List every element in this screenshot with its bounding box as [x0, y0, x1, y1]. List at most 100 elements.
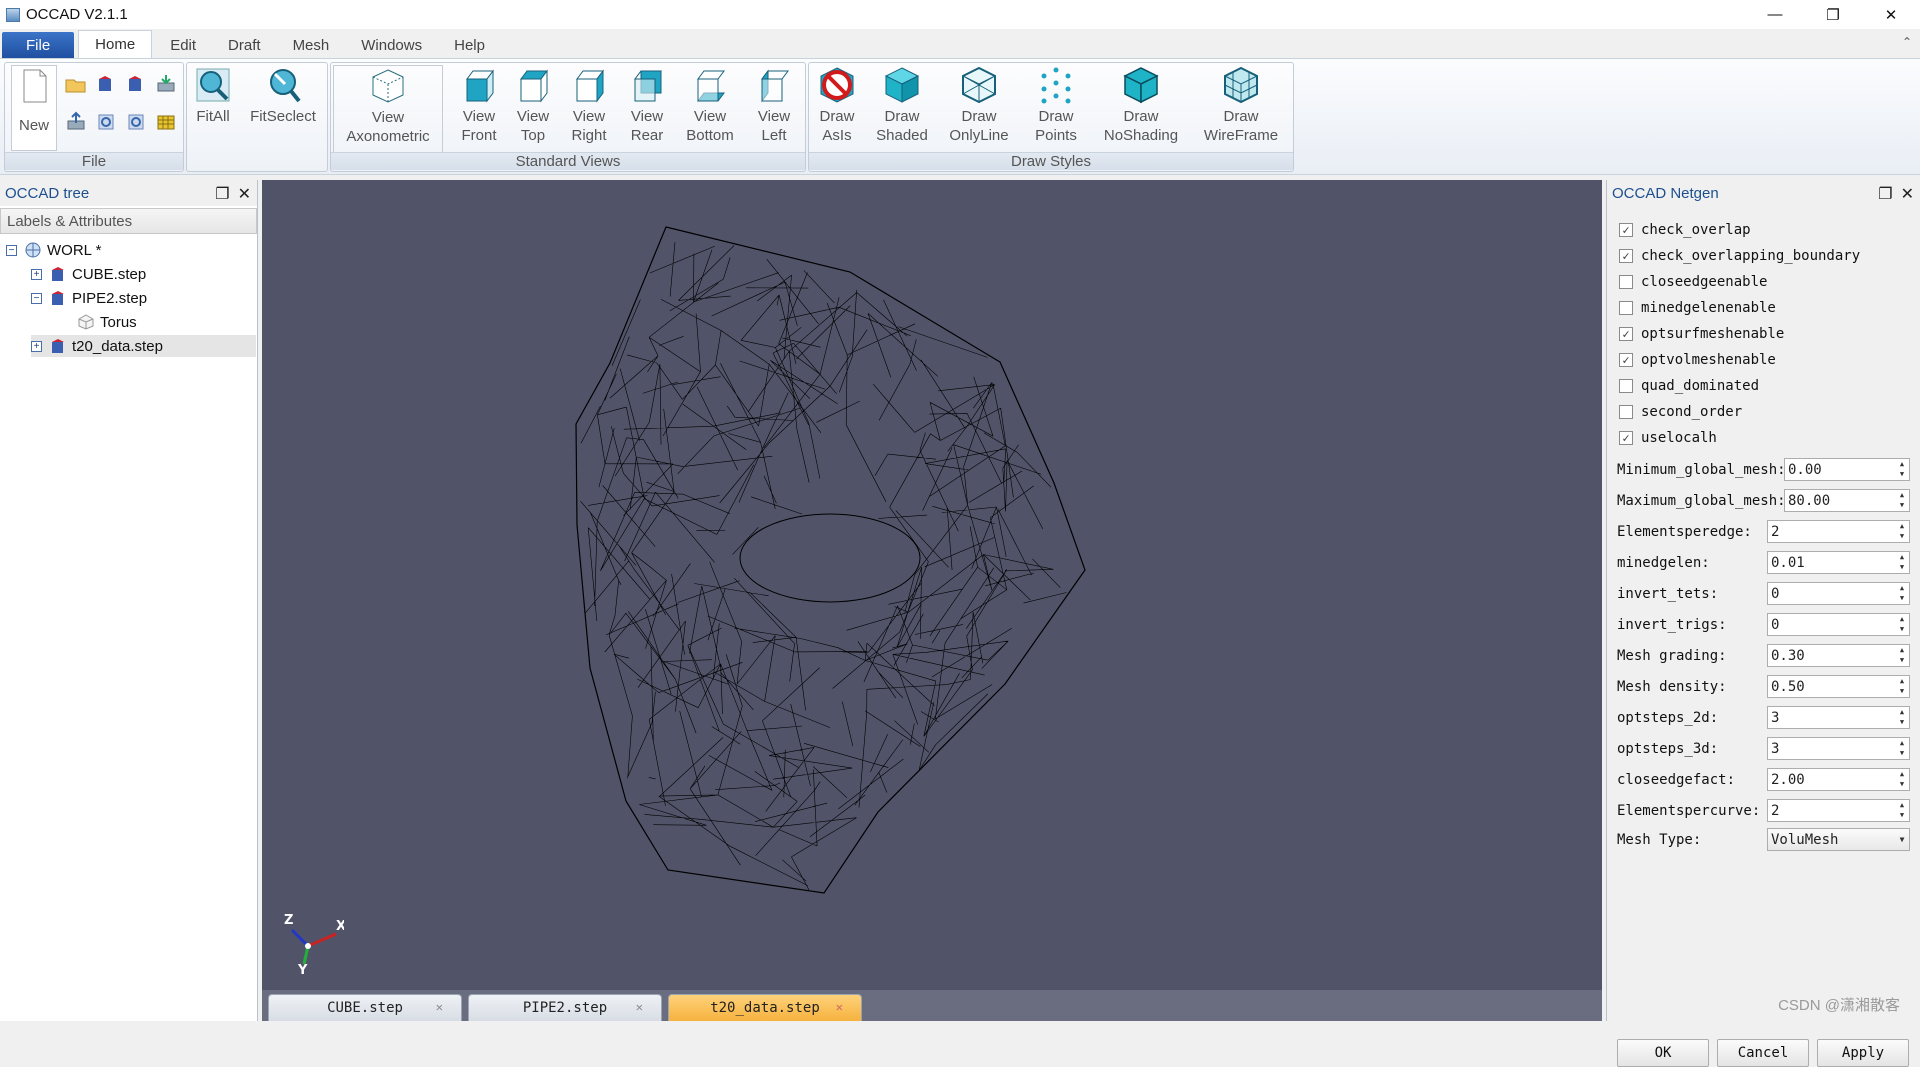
param-spinbox[interactable]: 0.01 ▲ ▼ [1767, 551, 1910, 574]
checkbox-box[interactable] [1619, 379, 1633, 393]
view-front-button[interactable]: View Front [455, 65, 503, 153]
param-spinbox[interactable]: 0 ▲ ▼ [1767, 613, 1910, 636]
param-spinbox[interactable]: 0 ▲ ▼ [1767, 582, 1910, 605]
import-button[interactable] [93, 71, 119, 97]
tab-cube-step[interactable]: CUBE.step ✕ [268, 994, 462, 1021]
checkbox-box[interactable] [1619, 405, 1633, 419]
spin-arrows-icon[interactable]: ▲ ▼ [1895, 552, 1909, 573]
draw-points-button[interactable]: Draw Points [1025, 65, 1087, 153]
checkbox-check-overlap[interactable]: ✓ check_overlap [1619, 220, 1751, 240]
param-spinbox[interactable]: 2 ▲ ▼ [1767, 799, 1910, 822]
draw-wireframe-button[interactable]: Draw WireFrame [1193, 65, 1289, 153]
checkbox-minedgelenenable[interactable]: minedgelenenable [1619, 298, 1776, 318]
checkbox-box[interactable]: ✓ [1619, 249, 1633, 263]
draw-noshading-button[interactable]: Draw NoShading [1097, 65, 1185, 153]
param-spinbox[interactable]: 2 ▲ ▼ [1767, 520, 1910, 543]
close-button[interactable]: ✕ [1862, 0, 1920, 29]
draw-shaded-button[interactable]: Draw Shaded [869, 65, 935, 153]
checkbox-optsurfmeshenable[interactable]: ✓ optsurfmeshenable [1619, 324, 1784, 344]
spin-arrows-icon[interactable]: ▲ ▼ [1895, 521, 1909, 542]
param-spinbox[interactable]: 80.00 ▲ ▼ [1784, 489, 1910, 512]
restore-button[interactable]: ❐ [1804, 0, 1862, 29]
checkbox-box[interactable] [1619, 301, 1633, 315]
checkbox-box[interactable]: ✓ [1619, 431, 1633, 445]
view-right-button[interactable]: View Right [563, 65, 615, 153]
collapse-icon[interactable]: − [6, 244, 17, 256]
checkbox-uselocalh[interactable]: ✓ uselocalh [1619, 428, 1717, 448]
mesh-type-select[interactable]: VoluMesh ▼ [1767, 828, 1910, 851]
minimize-button[interactable]: — [1746, 0, 1804, 29]
tab-t20-data-step[interactable]: t20_data.step ✕ [668, 994, 862, 1021]
close-tab-icon[interactable]: ✕ [636, 1000, 643, 1014]
open-file-button[interactable] [63, 71, 89, 97]
spin-arrows-icon[interactable]: ▲ ▼ [1895, 614, 1909, 635]
view-top-button[interactable]: View Top [509, 65, 557, 153]
spin-arrows-icon[interactable]: ▲ ▼ [1895, 490, 1909, 511]
menu-home[interactable]: Home [78, 30, 153, 58]
save-button[interactable] [153, 71, 179, 97]
ok-button[interactable]: OK [1617, 1039, 1709, 1067]
draw-onlyline-button[interactable]: Draw OnlyLine [943, 65, 1015, 153]
tetra-mesh-wireframe[interactable] [262, 180, 1602, 990]
close-tab-icon[interactable]: ✕ [436, 1000, 443, 1014]
spin-arrows-icon[interactable]: ▲ ▼ [1895, 645, 1909, 666]
collapse-ribbon-icon[interactable]: ⌃ [1902, 35, 1912, 49]
cancel-button[interactable]: Cancel [1717, 1039, 1809, 1067]
3d-viewport[interactable]: Z X Y [262, 180, 1602, 990]
menu-file[interactable]: File [2, 32, 75, 58]
tree-item-torus[interactable]: Torus [78, 311, 137, 333]
mesh-grid-button[interactable] [153, 109, 179, 135]
float-panel-icon[interactable]: ❐ [215, 184, 229, 204]
param-spinbox[interactable]: 2.00 ▲ ▼ [1767, 768, 1910, 791]
menu-windows[interactable]: Windows [347, 32, 436, 58]
refresh-button[interactable] [93, 109, 119, 135]
checkbox-second-order[interactable]: second_order [1619, 402, 1742, 422]
param-spinbox[interactable]: 0.00 ▲ ▼ [1784, 458, 1910, 481]
spin-arrows-icon[interactable]: ▲ ▼ [1895, 676, 1909, 697]
menu-help[interactable]: Help [440, 32, 499, 58]
param-spinbox[interactable]: 3 ▲ ▼ [1767, 737, 1910, 760]
new-button[interactable]: New [11, 65, 57, 151]
expand-icon[interactable]: + [31, 268, 42, 280]
spin-arrows-icon[interactable]: ▲ ▼ [1895, 583, 1909, 604]
spin-arrows-icon[interactable]: ▲ ▼ [1895, 800, 1909, 821]
view-bottom-button[interactable]: View Bottom [677, 65, 743, 153]
spin-arrows-icon[interactable]: ▲ ▼ [1895, 769, 1909, 790]
tree-column-header[interactable]: Labels & Attributes [0, 208, 257, 234]
checkbox-box[interactable]: ✓ [1619, 327, 1633, 341]
chevron-down-icon[interactable]: ▼ [1895, 829, 1909, 850]
float-panel-icon[interactable]: ❐ [1878, 184, 1892, 204]
checkbox-box[interactable] [1619, 275, 1633, 289]
fitall-button[interactable]: FitAll [191, 65, 235, 153]
param-spinbox[interactable]: 3 ▲ ▼ [1767, 706, 1910, 729]
checkbox-optvolmeshenable[interactable]: ✓ optvolmeshenable [1619, 350, 1776, 370]
checkbox-closeedgeenable[interactable]: closeedgeenable [1619, 272, 1767, 292]
close-panel-icon[interactable]: ✕ [238, 184, 251, 204]
close-tab-icon[interactable]: ✕ [836, 1000, 843, 1014]
spin-arrows-icon[interactable]: ▲ ▼ [1895, 707, 1909, 728]
apply-button[interactable]: Apply [1817, 1039, 1909, 1067]
view-rear-button[interactable]: View Rear [623, 65, 671, 153]
tree-item-cube-step[interactable]: + CUBE.step [31, 263, 146, 285]
menu-draft[interactable]: Draft [214, 32, 275, 58]
tree-item-worl[interactable]: − WORL * [6, 239, 101, 261]
menu-edit[interactable]: Edit [156, 32, 210, 58]
fitselect-button[interactable]: FitSeclect [243, 65, 323, 153]
tab-pipe2-step[interactable]: PIPE2.step ✕ [468, 994, 662, 1021]
param-spinbox[interactable]: 0.30 ▲ ▼ [1767, 644, 1910, 667]
collapse-icon[interactable]: − [31, 292, 42, 304]
checkbox-quad-dominated[interactable]: quad_dominated [1619, 376, 1759, 396]
expand-icon[interactable]: + [31, 340, 42, 352]
reload-button[interactable] [123, 109, 149, 135]
checkbox-check-overlapping-boundary[interactable]: ✓ check_overlapping_boundary [1619, 246, 1860, 266]
tree-item-t20-data-step[interactable]: + t20_data.step [31, 335, 256, 357]
spin-arrows-icon[interactable]: ▲ ▼ [1895, 738, 1909, 759]
close-panel-icon[interactable]: ✕ [1901, 184, 1914, 204]
menu-mesh[interactable]: Mesh [279, 32, 344, 58]
tree-item-pipe2-step[interactable]: − PIPE2.step [31, 287, 147, 309]
view-left-button[interactable]: View Left [749, 65, 799, 153]
spin-arrows-icon[interactable]: ▲ ▼ [1895, 459, 1909, 480]
checkbox-box[interactable]: ✓ [1619, 223, 1633, 237]
load-button[interactable] [63, 109, 89, 135]
export-button[interactable] [123, 71, 149, 97]
